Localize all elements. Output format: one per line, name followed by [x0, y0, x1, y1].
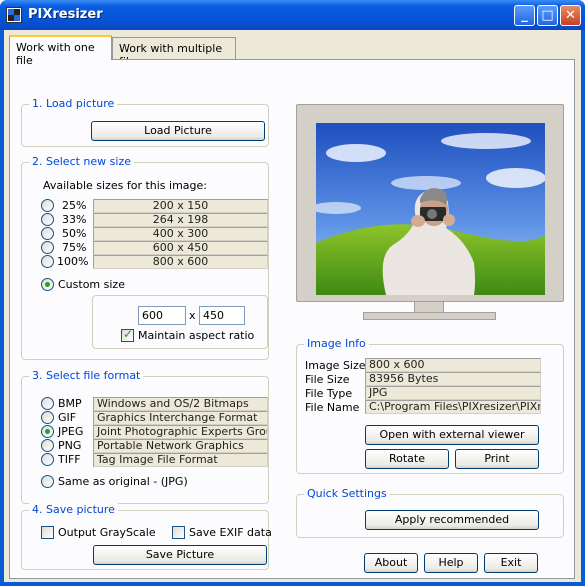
format-desc: Graphics Interchange Format — [93, 411, 268, 425]
format-radio-same-as-original[interactable] — [41, 475, 54, 488]
load-picture-group: 1. Load picture Load Picture — [21, 97, 269, 147]
size-radio-100[interactable] — [41, 255, 54, 268]
tab-multiple-files[interactable]: Work with multiple files — [112, 37, 236, 68]
info-value: JPG — [365, 386, 541, 400]
open-external-viewer-button[interactable]: Open with external viewer — [365, 425, 539, 445]
close-button[interactable]: ✕ — [560, 5, 581, 26]
group-title: Image Info — [304, 337, 369, 350]
size-dims: 600 x 450 — [93, 241, 268, 255]
preview-monitor — [296, 104, 564, 302]
client-area: Work with one file Work with multiple fi… — [4, 30, 581, 582]
help-button[interactable]: Help — [424, 553, 478, 573]
monitor-base — [363, 312, 496, 320]
load-picture-button[interactable]: Load Picture — [91, 121, 265, 141]
format-radio-gif[interactable] — [41, 411, 54, 424]
window-title: PIXresizer — [28, 7, 103, 22]
size-pct: 33% — [62, 213, 87, 226]
custom-size-label: Custom size — [58, 278, 125, 291]
times-sign: x — [189, 309, 196, 322]
size-radio-33[interactable] — [41, 213, 54, 226]
save-picture-group: 4. Save picture Output GrayScale Save EX… — [21, 503, 272, 570]
custom-size-box: 600 x 450 Maintain aspect ratio — [92, 295, 268, 349]
app-icon[interactable] — [6, 7, 22, 23]
format-desc: Windows and OS/2 Bitmaps — [93, 397, 268, 411]
tab-one-file[interactable]: Work with one file — [9, 35, 112, 67]
info-label: File Name — [305, 401, 360, 414]
format-radio-png[interactable] — [41, 439, 54, 452]
format-name: GIF — [58, 411, 77, 424]
format-name: TIFF — [58, 453, 81, 466]
format-name: JPEG — [58, 425, 84, 438]
image-info-group: Image Info Image Size 800 x 600 File Siz… — [296, 337, 564, 474]
custom-size-radio[interactable] — [41, 278, 54, 291]
group-title: 1. Load picture — [29, 97, 118, 110]
size-radio-25[interactable] — [41, 199, 54, 212]
maintain-aspect-label: Maintain aspect ratio — [138, 329, 255, 342]
format-name: BMP — [58, 397, 82, 410]
info-value: 800 x 600 — [365, 358, 541, 372]
about-button[interactable]: About — [364, 553, 418, 573]
monitor-neck — [414, 302, 444, 312]
size-pct: 100% — [57, 255, 89, 268]
exit-button[interactable]: Exit — [484, 553, 538, 573]
custom-height-input[interactable]: 450 — [199, 306, 245, 325]
group-title: 3. Select file format — [29, 369, 144, 382]
format-desc: Joint Photographic Experts Group — [93, 425, 268, 439]
format-radio-tiff[interactable] — [41, 453, 54, 466]
size-dims: 800 x 600 — [93, 255, 268, 269]
size-dims: 264 x 198 — [93, 213, 268, 227]
size-pct: 50% — [62, 227, 87, 240]
select-size-group: 2. Select new size Available sizes for t… — [21, 155, 269, 360]
group-title: Quick Settings — [304, 487, 390, 500]
info-value: C:\Program Files\PIXresizer\PIXresiz — [365, 400, 541, 414]
quick-settings-group: Quick Settings Apply recommended — [296, 487, 564, 538]
maintain-aspect-checkbox[interactable] — [121, 327, 134, 342]
custom-width-input[interactable]: 600 — [138, 306, 186, 325]
file-format-group: 3. Select file format BMP Windows and OS… — [21, 369, 269, 504]
format-desc: Tag Image File Format — [93, 453, 268, 467]
format-radio-jpeg[interactable] — [41, 425, 54, 438]
group-title: 4. Save picture — [29, 503, 118, 516]
title-bar[interactable]: PIXresizer _ □ ✕ — [0, 0, 585, 30]
size-pct: 25% — [62, 199, 87, 212]
available-sizes-label: Available sizes for this image: — [43, 179, 208, 192]
tab-panel: 1. Load picture Load Picture 2. Select n… — [9, 59, 575, 579]
exif-checkbox[interactable] — [172, 526, 185, 539]
rotate-button[interactable]: Rotate — [365, 449, 449, 469]
size-dims: 400 x 300 — [93, 227, 268, 241]
apply-recommended-button[interactable]: Apply recommended — [365, 510, 539, 530]
save-picture-button[interactable]: Save Picture — [93, 545, 267, 565]
maximize-button[interactable]: □ — [537, 5, 558, 26]
size-dims: 200 x 150 — [93, 199, 268, 213]
info-label: Image Size — [305, 359, 366, 372]
preview-image[interactable] — [316, 123, 545, 295]
grayscale-label: Output GrayScale — [58, 526, 156, 539]
grayscale-checkbox[interactable] — [41, 526, 54, 539]
group-title: 2. Select new size — [29, 155, 134, 168]
format-name: PNG — [58, 439, 82, 452]
format-desc: Portable Network Graphics — [93, 439, 268, 453]
print-button[interactable]: Print — [455, 449, 539, 469]
format-radio-bmp[interactable] — [41, 397, 54, 410]
app-window: PIXresizer _ □ ✕ Work with one file Work… — [0, 0, 585, 586]
size-radio-75[interactable] — [41, 241, 54, 254]
exif-label: Save EXIF data — [189, 526, 272, 539]
size-radio-50[interactable] — [41, 227, 54, 240]
minimize-button[interactable]: _ — [514, 5, 535, 26]
info-label: File Size — [305, 373, 350, 386]
info-value: 83956 Bytes — [365, 372, 541, 386]
size-pct: 75% — [62, 241, 87, 254]
same-as-original-label: Same as original - (JPG) — [58, 475, 188, 488]
info-label: File Type — [305, 387, 353, 400]
